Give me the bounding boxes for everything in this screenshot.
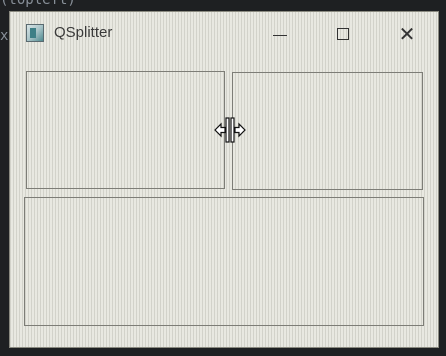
minimize-icon: [273, 34, 287, 36]
close-button[interactable]: ✕: [392, 20, 422, 48]
splitter-pane-top-right[interactable]: [232, 72, 423, 190]
app-icon: [26, 24, 44, 42]
title-bar[interactable]: QSplitter ✕: [10, 12, 438, 56]
maximize-button[interactable]: [328, 20, 358, 48]
qsplitter-window: QSplitter ✕: [9, 11, 439, 348]
window-title: QSplitter: [54, 24, 113, 41]
code-fragment: x: [0, 28, 9, 44]
split-horizontal-cursor-icon: [214, 117, 246, 143]
splitter-pane-top-left[interactable]: [26, 71, 225, 189]
minimize-button[interactable]: [265, 20, 295, 48]
close-icon: ✕: [398, 22, 416, 46]
maximize-icon: [337, 28, 349, 40]
code-fragment: (topleft): [0, 0, 76, 8]
splitter-pane-bottom[interactable]: [24, 197, 424, 326]
